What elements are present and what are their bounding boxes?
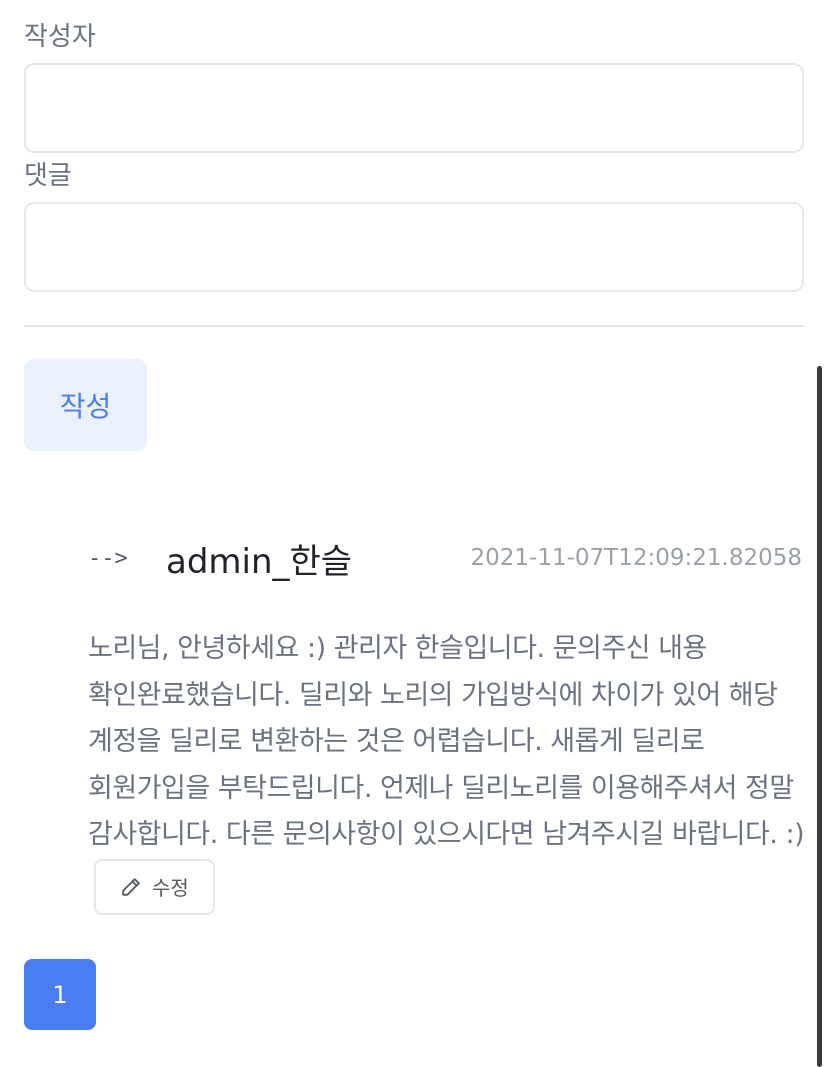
comment-author: admin_한슬 <box>166 542 353 582</box>
edit-button[interactable]: 수정 <box>94 858 215 915</box>
pencil-icon <box>120 876 142 898</box>
reply-marker: --> <box>88 546 128 571</box>
comment-timestamp: 2021-11-07T12:09:21.82058 <box>470 545 803 571</box>
comment-header: --> admin_한슬 2021-11-07T12:09:21.82058 <box>88 530 804 582</box>
author-input[interactable] <box>24 63 804 153</box>
pagination-page-1[interactable]: 1 <box>24 959 96 1030</box>
comment-body: 노리님, 안녕하세요 :) 관리자 한슬입니다. 문의주신 내용 확인완료했습니… <box>88 626 806 915</box>
author-label: 작성자 <box>24 22 96 52</box>
submit-button[interactable]: 작성 <box>24 359 147 451</box>
comment-label: 댓글 <box>24 161 72 191</box>
comment-page: 작성자 댓글 작성 --> admin_한슬 2021-11-07T12:09:… <box>0 0 828 1067</box>
vertical-scrollbar[interactable] <box>817 366 822 1067</box>
form-divider <box>24 325 804 327</box>
edit-button-label: 수정 <box>152 876 189 900</box>
comment-input[interactable] <box>24 202 804 292</box>
comment-text: 노리님, 안녕하세요 :) 관리자 한슬입니다. 문의주신 내용 확인완료했습니… <box>88 633 805 850</box>
